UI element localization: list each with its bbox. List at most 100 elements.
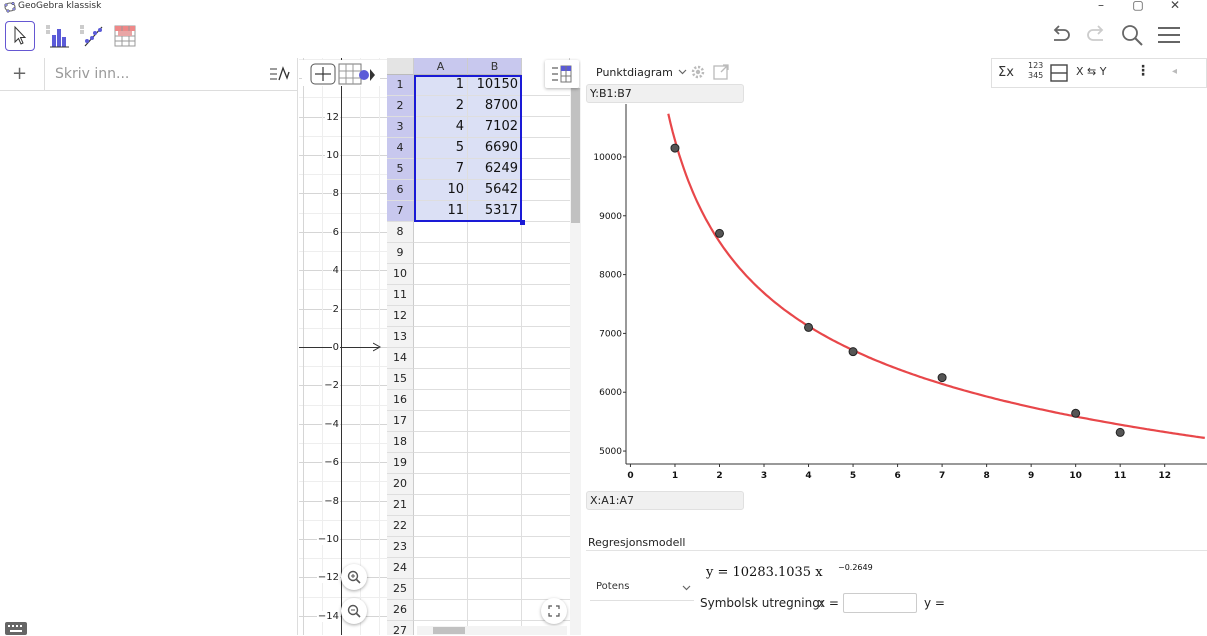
row-header[interactable]: 17: [387, 411, 414, 432]
row-header[interactable]: 26: [387, 600, 414, 621]
row-header[interactable]: 22: [387, 516, 414, 537]
cell-c[interactable]: [522, 537, 570, 558]
fullscreen-button[interactable]: [541, 598, 567, 624]
collapse-panel-button[interactable]: ◂: [1172, 66, 1177, 77]
cell-b[interactable]: 6249: [468, 159, 522, 180]
cell-a[interactable]: [414, 432, 468, 453]
minimize-button[interactable]: –: [1091, 0, 1111, 14]
cell-c[interactable]: [522, 390, 570, 411]
cell-a[interactable]: [414, 600, 468, 621]
row-header[interactable]: 8: [387, 222, 414, 243]
row-header[interactable]: 14: [387, 348, 414, 369]
graphics-view[interactable]: 12 10 8 6 4 2 0 −2 −4 −6 −8 −10 −12 −14: [299, 58, 387, 635]
row-header[interactable]: 21: [387, 495, 414, 516]
cell-c[interactable]: [522, 495, 570, 516]
cell-c[interactable]: [522, 558, 570, 579]
horizontal-scrollbar[interactable]: [417, 626, 567, 635]
cell-a[interactable]: [414, 264, 468, 285]
row-header[interactable]: 23: [387, 537, 414, 558]
cell-b[interactable]: 5317: [468, 201, 522, 222]
scatter-plot[interactable]: 5000600070008000900010000 0 1 2 3 4 5 6 7 8 9 10 11…: [586, 104, 1207, 484]
cell-a[interactable]: [414, 243, 468, 264]
cell-c[interactable]: [522, 411, 570, 432]
one-variable-analysis-tool[interactable]: [42, 21, 72, 51]
row-header[interactable]: 1: [387, 75, 414, 96]
cell-c[interactable]: [522, 201, 570, 222]
cell-c[interactable]: [522, 453, 570, 474]
plot-type-dropdown[interactable]: Punktdiagram: [592, 63, 688, 83]
cell-a[interactable]: [414, 306, 468, 327]
cell-a[interactable]: [414, 537, 468, 558]
keyboard-icon[interactable]: [4, 620, 28, 636]
horizontal-scrollbar-thumb[interactable]: [433, 627, 465, 634]
cell-b[interactable]: [468, 516, 522, 537]
sheet-corner[interactable]: [387, 58, 414, 75]
row-header[interactable]: 10: [387, 264, 414, 285]
more-options-button[interactable]: ⋮: [1136, 63, 1150, 79]
row-header[interactable]: 16: [387, 390, 414, 411]
column-header-a[interactable]: A: [414, 58, 468, 75]
cell-a[interactable]: [414, 390, 468, 411]
cell-b[interactable]: [468, 432, 522, 453]
row-header[interactable]: 27: [387, 621, 414, 635]
regression-model-dropdown[interactable]: Potens: [590, 575, 694, 601]
cell-c[interactable]: [522, 117, 570, 138]
cell-a[interactable]: [414, 411, 468, 432]
data-point[interactable]: [848, 347, 858, 357]
cell-c[interactable]: [522, 159, 570, 180]
row-header[interactable]: 12: [387, 306, 414, 327]
grid-toggle-icon[interactable]: [338, 63, 378, 85]
cell-a[interactable]: 5: [414, 138, 468, 159]
row-header[interactable]: 18: [387, 432, 414, 453]
cell-b[interactable]: [468, 579, 522, 600]
data-point[interactable]: [1071, 408, 1081, 418]
cell-b[interactable]: [468, 222, 522, 243]
search-button[interactable]: [1119, 22, 1145, 48]
y-source-field[interactable]: Y:B1:B7: [586, 84, 744, 103]
cell-a[interactable]: [414, 285, 468, 306]
cell-a[interactable]: [414, 516, 468, 537]
row-header[interactable]: 19: [387, 453, 414, 474]
cell-c[interactable]: [522, 306, 570, 327]
cell-c[interactable]: [522, 96, 570, 117]
data-point[interactable]: [670, 143, 680, 153]
column-header-b[interactable]: B: [468, 58, 522, 75]
spreadsheet-style-button[interactable]: [545, 60, 579, 88]
vertical-scrollbar-thumb[interactable]: [571, 88, 580, 223]
cell-b[interactable]: [468, 537, 522, 558]
cell-a[interactable]: [414, 453, 468, 474]
cell-a[interactable]: [414, 222, 468, 243]
x-source-field[interactable]: X:A1:A7: [586, 491, 744, 510]
cell-b[interactable]: [468, 453, 522, 474]
row-header[interactable]: 11: [387, 285, 414, 306]
zoom-out-button[interactable]: [341, 598, 367, 624]
export-icon[interactable]: [712, 63, 730, 81]
cell-b[interactable]: [468, 474, 522, 495]
cell-a[interactable]: 4: [414, 117, 468, 138]
cell-b[interactable]: [468, 600, 522, 621]
cell-b[interactable]: [468, 243, 522, 264]
cell-b[interactable]: 10150: [468, 75, 522, 96]
cell-c[interactable]: [522, 180, 570, 201]
data-point[interactable]: [804, 322, 814, 332]
algebra-style-bar-icon[interactable]: [268, 64, 290, 84]
row-header[interactable]: 15: [387, 369, 414, 390]
cell-c[interactable]: [522, 222, 570, 243]
cell-b[interactable]: 8700: [468, 96, 522, 117]
cell-a[interactable]: 11: [414, 201, 468, 222]
row-header[interactable]: 2: [387, 96, 414, 117]
undo-button[interactable]: [1047, 22, 1073, 48]
cell-b[interactable]: [468, 264, 522, 285]
cell-c[interactable]: [522, 369, 570, 390]
cell-a[interactable]: 10: [414, 180, 468, 201]
cell-a[interactable]: [414, 327, 468, 348]
row-header[interactable]: 5: [387, 159, 414, 180]
cell-a[interactable]: [414, 348, 468, 369]
cell-b[interactable]: 5642: [468, 180, 522, 201]
data-point[interactable]: [714, 228, 724, 238]
redo-button[interactable]: [1084, 22, 1110, 48]
cell-c[interactable]: [522, 264, 570, 285]
cell-c[interactable]: [522, 138, 570, 159]
row-header[interactable]: 20: [387, 474, 414, 495]
cell-b[interactable]: [468, 390, 522, 411]
